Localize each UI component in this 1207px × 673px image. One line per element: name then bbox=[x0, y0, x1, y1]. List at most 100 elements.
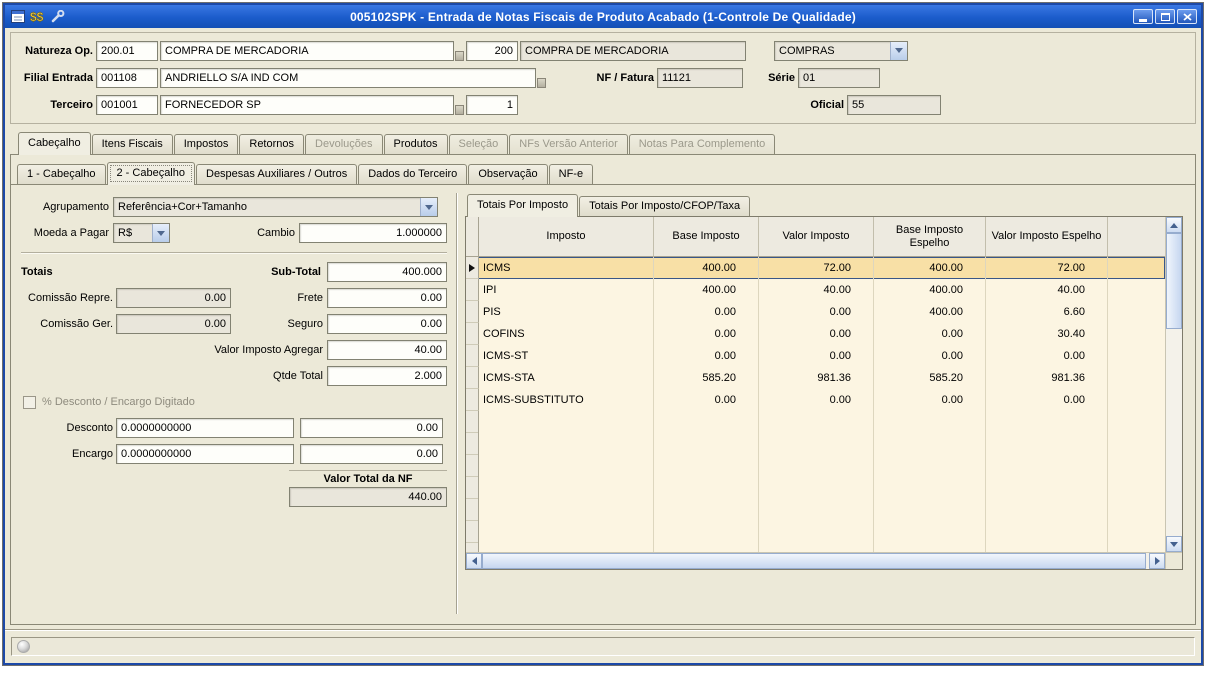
scroll-right-button[interactable] bbox=[1149, 553, 1165, 569]
cell-valor-imposto[interactable]: 0.00 bbox=[759, 301, 874, 323]
grid-row-icms-sta[interactable]: ICMS-STA 585.20 981.36 585.20 981.36 bbox=[466, 367, 1165, 389]
col-base-imposto-espelho[interactable]: Base Imposto Espelho bbox=[874, 217, 986, 257]
cell-valor-imposto[interactable]: 0.00 bbox=[759, 345, 874, 367]
col-valor-imposto[interactable]: Valor Imposto bbox=[759, 217, 874, 257]
filial-code-field[interactable]: 001108 bbox=[96, 68, 158, 88]
terceiro-qty-field[interactable]: 1 bbox=[466, 95, 518, 115]
natureza-code2-field[interactable]: 200 bbox=[466, 41, 518, 61]
grid-row-cofins[interactable]: COFINS 0.00 0.00 0.00 30.40 bbox=[466, 323, 1165, 345]
cell-valor-imposto[interactable]: 72.00 bbox=[759, 257, 874, 279]
cell-valor-imposto[interactable]: 0.00 bbox=[759, 323, 874, 345]
cell-valor-imposto[interactable]: 40.00 bbox=[759, 279, 874, 301]
scroll-up-button[interactable] bbox=[1166, 217, 1182, 233]
desconto-pct-field[interactable]: 0.0000000000 bbox=[116, 418, 294, 438]
cell-valor-imposto-espelho[interactable]: 72.00 bbox=[986, 257, 1108, 279]
seguro-field[interactable]: 0.00 bbox=[327, 314, 447, 334]
natureza-code-field[interactable]: 200.01 bbox=[96, 41, 158, 61]
cell-base-imposto[interactable]: 585.20 bbox=[654, 367, 759, 389]
natureza-lookup-button[interactable] bbox=[455, 51, 464, 61]
grid-row-icms-st[interactable]: ICMS-ST 0.00 0.00 0.00 0.00 bbox=[466, 345, 1165, 367]
tab-totais-por-imposto-cfop-taxa[interactable]: Totais Por Imposto/CFOP/Taxa bbox=[579, 196, 750, 216]
grid-row-icms[interactable]: ICMS 400.00 72.00 400.00 72.00 bbox=[466, 257, 1165, 279]
form-icon[interactable] bbox=[9, 9, 26, 25]
minimize-button[interactable] bbox=[1133, 9, 1153, 24]
tab-cabecalho[interactable]: Cabeçalho bbox=[18, 132, 91, 155]
tab-retornos[interactable]: Retornos bbox=[239, 134, 304, 154]
terceiro-desc-field[interactable]: FORNECEDOR SP bbox=[160, 95, 454, 115]
close-button[interactable] bbox=[1177, 9, 1197, 24]
imposto-agregar-row: Valor Imposto Agregar 40.00 bbox=[21, 340, 447, 360]
frete-field[interactable]: 0.00 bbox=[327, 288, 447, 308]
grid-row-pis[interactable]: PIS 0.00 0.00 400.00 6.60 bbox=[466, 301, 1165, 323]
valor-imposto-agregar-field[interactable]: 40.00 bbox=[327, 340, 447, 360]
cell-imposto[interactable]: COFINS bbox=[479, 323, 654, 345]
vertical-scrollbar[interactable] bbox=[1165, 217, 1182, 552]
cell-valor-imposto[interactable]: 981.36 bbox=[759, 367, 874, 389]
subtotal-field[interactable]: 400.000 bbox=[327, 262, 447, 282]
cell-base-imposto-espelho[interactable]: 0.00 bbox=[874, 389, 986, 411]
cell-base-imposto[interactable]: 0.00 bbox=[654, 389, 759, 411]
tab-totais-por-imposto[interactable]: Totais Por Imposto bbox=[467, 194, 578, 217]
comissao-ger-field: 0.00 bbox=[116, 314, 231, 334]
tab-despesas-auxiliares[interactable]: Despesas Auxiliares / Outros bbox=[196, 164, 357, 184]
cell-base-imposto-espelho[interactable]: 0.00 bbox=[874, 345, 986, 367]
cell-valor-imposto-espelho[interactable]: 0.00 bbox=[986, 389, 1108, 411]
cell-valor-imposto-espelho[interactable]: 981.36 bbox=[986, 367, 1108, 389]
grid-row-icms-substituto[interactable]: ICMS-SUBSTITUTO 0.00 0.00 0.00 0.00 bbox=[466, 389, 1165, 411]
grid-row-ipi[interactable]: IPI 400.00 40.00 400.00 40.00 bbox=[466, 279, 1165, 301]
tab-produtos[interactable]: Produtos bbox=[384, 134, 448, 154]
natureza-desc-field[interactable]: COMPRA DE MERCADORIA bbox=[160, 41, 454, 61]
tools-icon[interactable] bbox=[49, 9, 66, 25]
cell-valor-imposto[interactable]: 0.00 bbox=[759, 389, 874, 411]
tab-itens-fiscais[interactable]: Itens Fiscais bbox=[92, 134, 173, 154]
filial-desc-field[interactable]: ANDRIELLO S/A IND COM bbox=[160, 68, 536, 88]
cell-base-imposto[interactable]: 400.00 bbox=[654, 257, 759, 279]
cell-imposto[interactable]: ICMS-ST bbox=[479, 345, 654, 367]
cell-imposto[interactable]: IPI bbox=[479, 279, 654, 301]
horizontal-scroll-thumb[interactable] bbox=[482, 553, 1146, 569]
tab-nfe[interactable]: NF-e bbox=[549, 164, 593, 184]
col-base-imposto[interactable]: Base Imposto bbox=[654, 217, 759, 257]
vertical-scroll-track[interactable] bbox=[1166, 329, 1182, 536]
cell-base-imposto[interactable]: 0.00 bbox=[654, 345, 759, 367]
horizontal-scrollbar[interactable] bbox=[466, 553, 1165, 569]
tab-impostos[interactable]: Impostos bbox=[174, 134, 239, 154]
cell-base-imposto[interactable]: 0.00 bbox=[654, 301, 759, 323]
encargo-pct-field[interactable]: 0.0000000000 bbox=[116, 444, 294, 464]
cell-valor-imposto-espelho[interactable]: 0.00 bbox=[986, 345, 1108, 367]
cell-base-imposto-espelho[interactable]: 400.00 bbox=[874, 279, 986, 301]
cell-imposto[interactable]: ICMS-SUBSTITUTO bbox=[479, 389, 654, 411]
title-bar[interactable]: $$ 005102SPK - Entrada de Notas Fiscais … bbox=[5, 5, 1201, 28]
chevron-down-icon bbox=[420, 198, 437, 216]
cell-imposto[interactable]: PIS bbox=[479, 301, 654, 323]
cell-valor-imposto-espelho[interactable]: 6.60 bbox=[986, 301, 1108, 323]
col-imposto[interactable]: Imposto bbox=[479, 217, 654, 257]
tab-observacao[interactable]: Observação bbox=[468, 164, 547, 184]
terceiro-code-field[interactable]: 001001 bbox=[96, 95, 158, 115]
tab-dados-do-terceiro[interactable]: Dados do Terceiro bbox=[358, 164, 467, 184]
cell-valor-imposto-espelho[interactable]: 40.00 bbox=[986, 279, 1108, 301]
terceiro-lookup-button[interactable] bbox=[455, 105, 464, 115]
cell-imposto[interactable]: ICMS bbox=[479, 257, 654, 279]
cell-base-imposto[interactable]: 400.00 bbox=[654, 279, 759, 301]
cell-base-imposto[interactable]: 0.00 bbox=[654, 323, 759, 345]
maximize-button[interactable] bbox=[1155, 9, 1175, 24]
scroll-down-button[interactable] bbox=[1166, 536, 1182, 552]
tab-2-cabecalho[interactable]: 2 - Cabeçalho bbox=[107, 162, 196, 185]
qtde-total-field[interactable]: 2.000 bbox=[327, 366, 447, 386]
cell-valor-imposto-espelho[interactable]: 30.40 bbox=[986, 323, 1108, 345]
col-valor-imposto-espelho[interactable]: Valor Imposto Espelho bbox=[986, 217, 1108, 257]
cell-base-imposto-espelho[interactable]: 400.00 bbox=[874, 257, 986, 279]
cell-imposto[interactable]: ICMS-STA bbox=[479, 367, 654, 389]
vertical-scroll-thumb[interactable] bbox=[1166, 233, 1182, 329]
cell-base-imposto-espelho[interactable]: 400.00 bbox=[874, 301, 986, 323]
tab-1-cabecalho[interactable]: 1 - Cabeçalho bbox=[17, 164, 106, 184]
currency-icon[interactable]: $$ bbox=[29, 9, 46, 25]
encargo-valor-field[interactable]: 0.00 bbox=[300, 444, 443, 464]
scroll-left-button[interactable] bbox=[466, 553, 482, 569]
cambio-field[interactable]: 1.000000 bbox=[299, 223, 447, 243]
filial-lookup-button[interactable] bbox=[537, 78, 546, 88]
cell-base-imposto-espelho[interactable]: 585.20 bbox=[874, 367, 986, 389]
desconto-valor-field[interactable]: 0.00 bbox=[300, 418, 443, 438]
cell-base-imposto-espelho[interactable]: 0.00 bbox=[874, 323, 986, 345]
